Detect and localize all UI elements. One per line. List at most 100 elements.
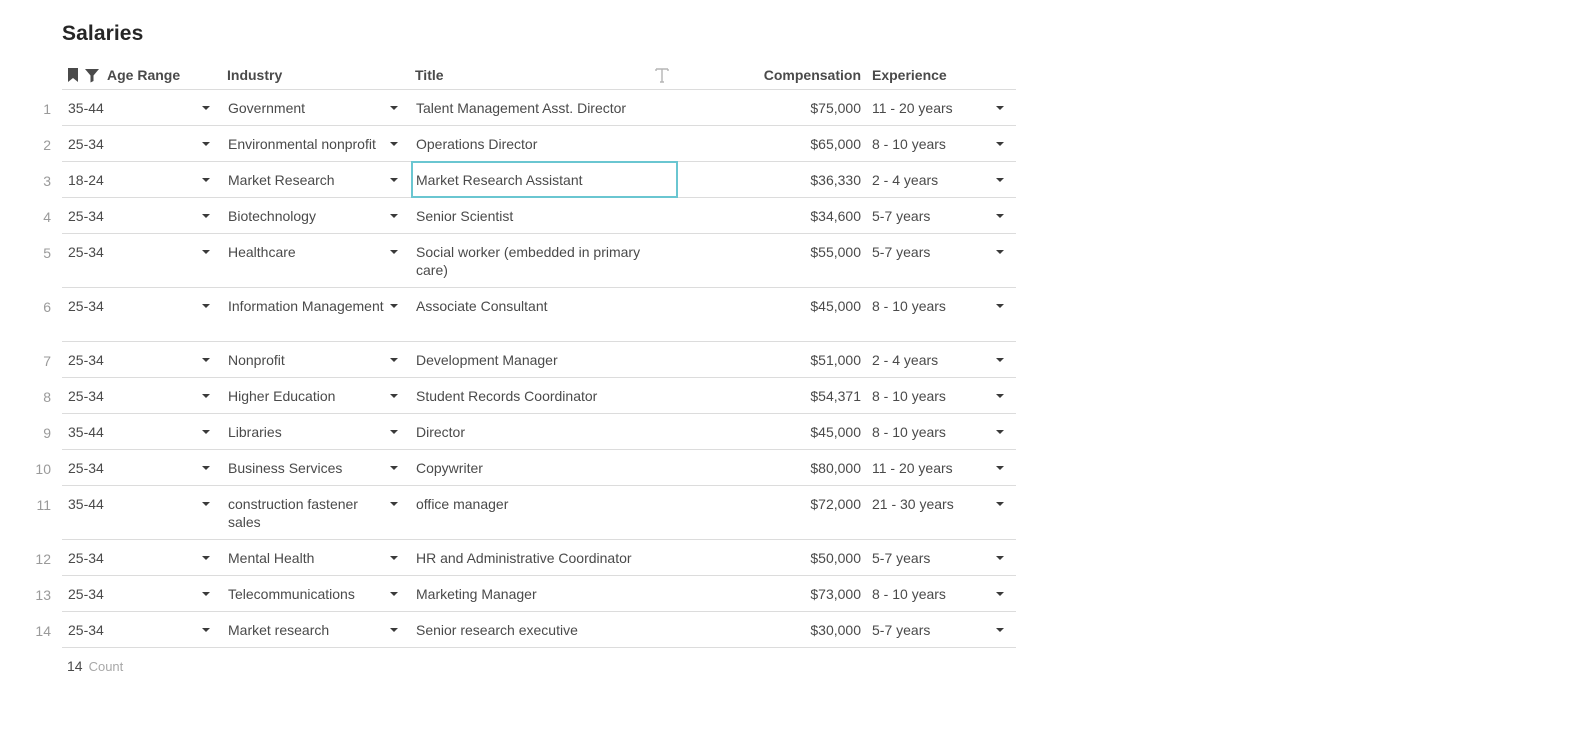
chevron-down-icon[interactable] bbox=[390, 178, 398, 182]
cell-compensation[interactable]: $72,000 bbox=[682, 495, 861, 513]
column-header-industry[interactable]: Industry bbox=[227, 61, 282, 89]
chevron-down-icon[interactable] bbox=[202, 106, 210, 110]
cell-title[interactable]: Operations Director bbox=[416, 135, 666, 153]
chevron-down-icon[interactable] bbox=[202, 250, 210, 254]
cell-experience[interactable]: 8 - 10 years bbox=[872, 387, 982, 405]
chevron-down-icon[interactable] bbox=[202, 556, 210, 560]
cell-title[interactable]: Marketing Manager bbox=[416, 585, 666, 603]
cell-compensation[interactable]: $30,000 bbox=[682, 621, 861, 639]
cell-title[interactable]: HR and Administrative Coordinator bbox=[416, 549, 666, 567]
cell-title[interactable]: Talent Management Asst. Director bbox=[416, 99, 666, 117]
chevron-down-icon[interactable] bbox=[390, 592, 398, 596]
cell-compensation[interactable]: $36,330 bbox=[682, 171, 861, 189]
table-row[interactable]: 4 25-34 Biotechnology Senior Scientist $34,6… bbox=[43, 198, 1016, 234]
chevron-down-icon[interactable] bbox=[996, 430, 1004, 434]
cell-age-range[interactable]: 35-44 bbox=[68, 99, 188, 117]
chevron-down-icon[interactable] bbox=[390, 250, 398, 254]
cell-compensation[interactable]: $51,000 bbox=[682, 351, 861, 369]
cell-industry[interactable]: Mental Health bbox=[228, 549, 388, 567]
chevron-down-icon[interactable] bbox=[996, 358, 1004, 362]
cell-age-range[interactable]: 25-34 bbox=[68, 621, 188, 639]
cell-compensation[interactable]: $73,000 bbox=[682, 585, 861, 603]
cell-industry[interactable]: Market research bbox=[228, 621, 388, 639]
chevron-down-icon[interactable] bbox=[202, 502, 210, 506]
cell-industry[interactable]: Market Research bbox=[228, 171, 388, 189]
chevron-down-icon[interactable] bbox=[390, 358, 398, 362]
chevron-down-icon[interactable] bbox=[202, 142, 210, 146]
cell-compensation[interactable]: $50,000 bbox=[682, 549, 861, 567]
cell-industry[interactable]: Government bbox=[228, 99, 388, 117]
cell-compensation[interactable]: $45,000 bbox=[682, 423, 861, 441]
chevron-down-icon[interactable] bbox=[996, 466, 1004, 470]
cell-title[interactable]: Copywriter bbox=[416, 459, 666, 477]
table-row[interactable]: 5 25-34 Healthcare Social worker (embedded … bbox=[43, 234, 1016, 288]
table-row[interactable]: 1 35-44 Government Talent Management Asst. … bbox=[43, 90, 1016, 126]
column-header-age-range[interactable]: Age Range bbox=[107, 61, 180, 89]
table-row[interactable]: 10 25-34 Business Services Copywriter $80,00… bbox=[35, 450, 1016, 486]
cell-age-range[interactable]: 25-34 bbox=[68, 351, 188, 369]
cell-experience[interactable]: 2 - 4 years bbox=[872, 171, 982, 189]
chevron-down-icon[interactable] bbox=[202, 214, 210, 218]
chevron-down-icon[interactable] bbox=[202, 466, 210, 470]
cell-experience[interactable]: 5-7 years bbox=[872, 621, 982, 639]
cell-experience[interactable]: 21 - 30 years bbox=[872, 495, 982, 513]
cell-industry[interactable]: Higher Education bbox=[228, 387, 388, 405]
chevron-down-icon[interactable] bbox=[996, 502, 1004, 506]
cell-title[interactable]: Social worker (embedded in primary care) bbox=[416, 243, 666, 279]
chevron-down-icon[interactable] bbox=[202, 358, 210, 362]
cell-industry[interactable]: Healthcare bbox=[228, 243, 388, 261]
cell-title[interactable]: Development Manager bbox=[416, 351, 666, 369]
table-row[interactable]: 3 18-24 Market Research Market Research Ass… bbox=[43, 161, 1016, 198]
cell-experience[interactable]: 5-7 years bbox=[872, 207, 982, 225]
chevron-down-icon[interactable] bbox=[996, 592, 1004, 596]
cell-age-range[interactable]: 25-34 bbox=[68, 243, 188, 261]
chevron-down-icon[interactable] bbox=[996, 106, 1004, 110]
chevron-down-icon[interactable] bbox=[996, 628, 1004, 632]
chevron-down-icon[interactable] bbox=[390, 304, 398, 308]
cell-age-range[interactable]: 18-24 bbox=[68, 171, 188, 189]
cell-title[interactable]: Director bbox=[416, 423, 666, 441]
table-row[interactable]: 14 25-34 Market research Senior research ex… bbox=[35, 612, 1016, 648]
chevron-down-icon[interactable] bbox=[996, 304, 1004, 308]
chevron-down-icon[interactable] bbox=[996, 556, 1004, 560]
chevron-down-icon[interactable] bbox=[390, 430, 398, 434]
cell-industry[interactable]: Biotechnology bbox=[228, 207, 388, 225]
chevron-down-icon[interactable] bbox=[390, 142, 398, 146]
column-header-compensation[interactable]: Compensation bbox=[682, 61, 861, 89]
cell-experience[interactable]: 8 - 10 years bbox=[872, 423, 982, 441]
cell-experience[interactable]: 5-7 years bbox=[872, 549, 982, 567]
chevron-down-icon[interactable] bbox=[390, 556, 398, 560]
column-header-title[interactable]: Title bbox=[415, 61, 444, 89]
chevron-down-icon[interactable] bbox=[202, 304, 210, 308]
table-row[interactable]: 13 25-34 Telecommunications Marketing Manag… bbox=[35, 576, 1016, 612]
row-count-label[interactable]: Count bbox=[89, 659, 124, 674]
cell-industry[interactable]: Environmental nonprofit bbox=[228, 135, 388, 153]
cell-title[interactable]: Student Records Coordinator bbox=[416, 387, 666, 405]
cell-compensation[interactable]: $55,000 bbox=[682, 243, 861, 261]
table-row[interactable]: 11 35-44 construction fastener sales office… bbox=[36, 486, 1016, 540]
cell-experience[interactable]: 8 - 10 years bbox=[872, 585, 982, 603]
cell-experience[interactable]: 11 - 20 years bbox=[872, 99, 982, 117]
cell-age-range[interactable]: 25-34 bbox=[68, 135, 188, 153]
cell-experience[interactable]: 2 - 4 years bbox=[872, 351, 982, 369]
cell-age-range[interactable]: 35-44 bbox=[68, 423, 188, 441]
chevron-down-icon[interactable] bbox=[202, 178, 210, 182]
chevron-down-icon[interactable] bbox=[202, 592, 210, 596]
cell-experience[interactable]: 8 - 10 years bbox=[872, 135, 982, 153]
cell-title[interactable]: office manager bbox=[416, 495, 666, 513]
column-header-experience[interactable]: Experience bbox=[872, 61, 947, 89]
chevron-down-icon[interactable] bbox=[390, 394, 398, 398]
table-row[interactable]: 2 25-34 Environmental nonprofit Operations … bbox=[43, 126, 1016, 162]
cell-age-range[interactable]: 25-34 bbox=[68, 297, 188, 315]
cell-compensation[interactable]: $34,600 bbox=[682, 207, 861, 225]
cell-age-range[interactable]: 25-34 bbox=[68, 585, 188, 603]
cell-experience[interactable]: 5-7 years bbox=[872, 243, 982, 261]
cell-age-range[interactable]: 25-34 bbox=[68, 549, 188, 567]
chevron-down-icon[interactable] bbox=[996, 214, 1004, 218]
cell-compensation[interactable]: $65,000 bbox=[682, 135, 861, 153]
cell-title[interactable]: Senior research executive bbox=[416, 621, 666, 639]
chevron-down-icon[interactable] bbox=[996, 178, 1004, 182]
cell-title[interactable]: Associate Consultant bbox=[416, 297, 666, 315]
cell-age-range[interactable]: 25-34 bbox=[68, 387, 188, 405]
chevron-down-icon[interactable] bbox=[390, 502, 398, 506]
